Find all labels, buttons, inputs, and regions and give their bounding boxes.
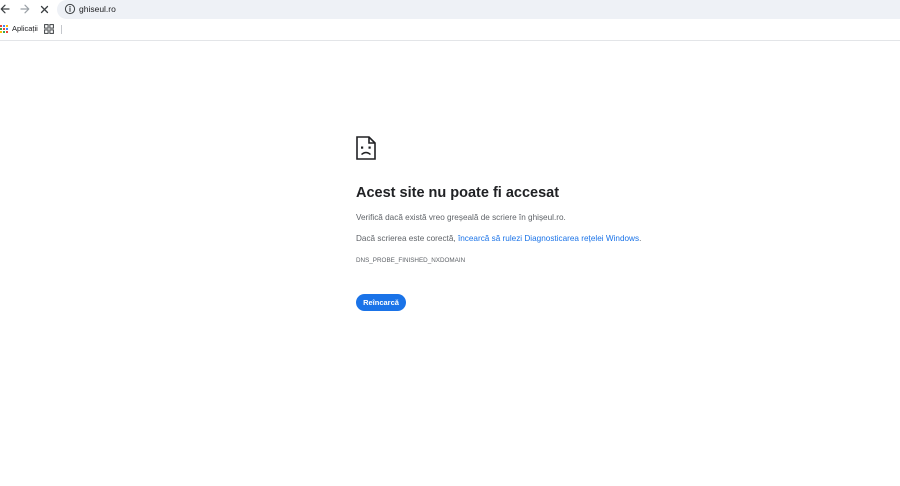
info-icon[interactable] bbox=[64, 3, 76, 15]
forward-button[interactable] bbox=[17, 1, 33, 17]
close-icon bbox=[40, 5, 48, 13]
arrow-left-icon bbox=[0, 4, 10, 14]
error-code: DNS_PROBE_FINISHED_NXDOMAIN bbox=[356, 257, 466, 264]
stop-loading-button[interactable] bbox=[36, 1, 52, 17]
diagnostics-prefix: Dacă scrierea este corectă, bbox=[356, 234, 458, 243]
address-bar[interactable]: ghiseul.ro bbox=[57, 0, 900, 19]
url-text[interactable]: ghiseul.ro bbox=[79, 3, 116, 15]
browser-toolbar: ghiseul.ro bbox=[0, 0, 900, 19]
diagnostics-link[interactable]: încearcă să rulezi Diagnosticarea rețele… bbox=[458, 234, 639, 243]
error-title: Acest site nu poate fi accesat bbox=[356, 185, 560, 201]
apps-shortcut[interactable]: Aplicații bbox=[0, 24, 38, 33]
arrow-right-icon bbox=[20, 4, 30, 14]
diagnostics-suffix: . bbox=[639, 234, 642, 243]
typo-hint: Verifică dacă există vreo greșeală de sc… bbox=[356, 213, 566, 222]
diagnostics-hint: Dacă scrierea este corectă, încearcă să … bbox=[356, 234, 641, 243]
back-button[interactable] bbox=[0, 1, 13, 17]
sad-page-icon bbox=[356, 136, 376, 160]
tab-groups-icon[interactable] bbox=[44, 24, 54, 34]
reload-button[interactable]: Reîncarcă bbox=[356, 294, 406, 311]
apps-label: Aplicații bbox=[12, 24, 38, 33]
bookmarks-bar: Aplicații bbox=[0, 19, 900, 41]
bookmarks-divider bbox=[61, 25, 62, 34]
apps-grid-icon bbox=[0, 24, 8, 33]
